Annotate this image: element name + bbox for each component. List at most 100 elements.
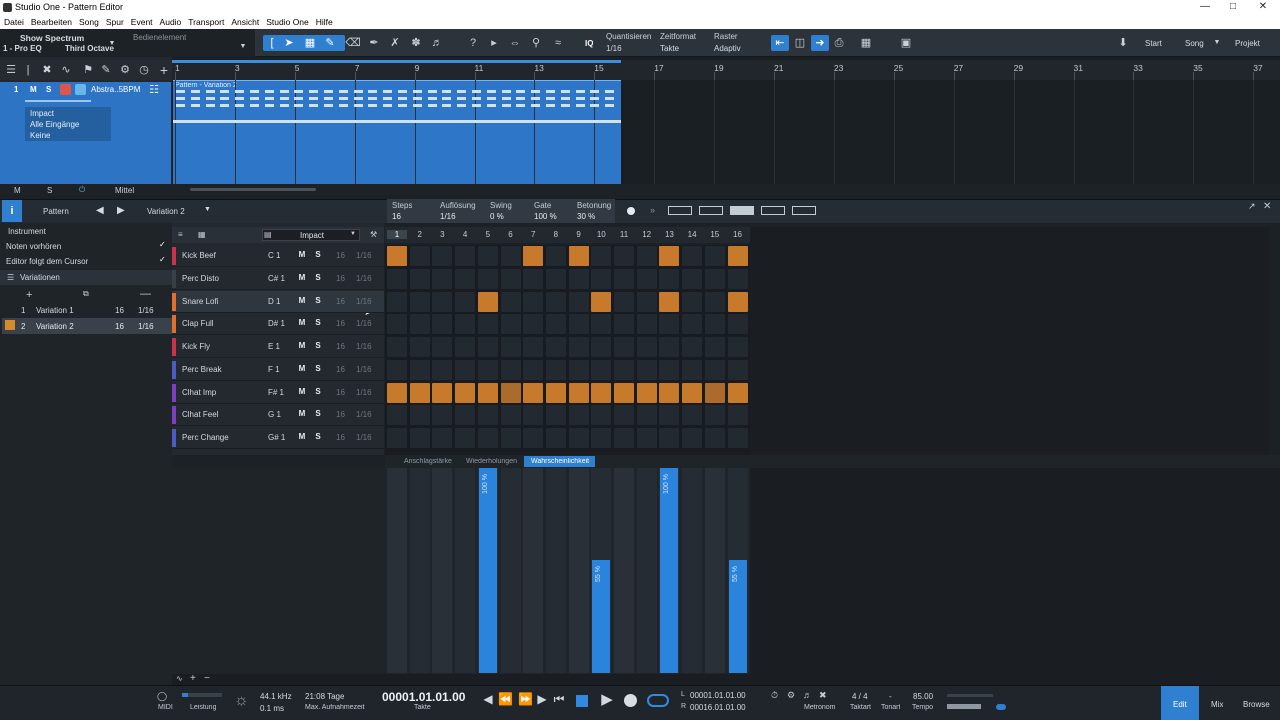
probability-bar[interactable]: 100 % bbox=[660, 468, 679, 673]
return-to-zero-icon[interactable]: ◀ bbox=[481, 692, 495, 706]
step-cell[interactable] bbox=[432, 405, 453, 426]
duplicate-variation-icon[interactable]: ⧉ bbox=[83, 289, 89, 299]
step-cell[interactable] bbox=[636, 268, 657, 289]
step-cell[interactable] bbox=[477, 337, 498, 357]
step-cell[interactable] bbox=[409, 428, 430, 448]
dropdown-arrow-icon[interactable]: ▼ bbox=[238, 42, 248, 52]
step-cell[interactable] bbox=[455, 268, 476, 289]
probability-column[interactable] bbox=[568, 468, 589, 673]
instrument-dropdown[interactable]: Impact bbox=[30, 109, 54, 118]
instrument-mute-button[interactable]: M bbox=[296, 318, 308, 327]
key[interactable]: - bbox=[889, 692, 892, 701]
tools-icon[interactable]: ✖ bbox=[39, 62, 55, 78]
step-cell[interactable] bbox=[432, 382, 453, 403]
menu-studio-one[interactable]: Studio One bbox=[262, 15, 312, 27]
step-cell[interactable] bbox=[591, 268, 612, 289]
step-cell[interactable] bbox=[591, 291, 612, 312]
raster-dropdown[interactable]: Adaptiv bbox=[714, 44, 741, 53]
remove-variation-icon[interactable]: — bbox=[140, 288, 151, 300]
instrument-row[interactable]: Snare Lofi D 1 M S 16 1/16 bbox=[172, 290, 384, 313]
probability-column[interactable] bbox=[455, 468, 476, 673]
step-cell[interactable] bbox=[409, 268, 430, 289]
instrument-row[interactable]: Clhat Imp F# 1 M S 16 1/16 bbox=[172, 382, 384, 404]
step-cell[interactable] bbox=[636, 337, 657, 357]
step-cell[interactable] bbox=[545, 359, 566, 380]
maximize-button[interactable]: □ bbox=[1218, 0, 1248, 15]
menu-song[interactable]: Song bbox=[75, 15, 102, 27]
track-height-dropdown[interactable]: Mittel bbox=[115, 186, 134, 195]
probability-bar[interactable]: 55 % bbox=[592, 560, 611, 673]
instrument-mute-button[interactable]: M bbox=[296, 296, 308, 305]
probability-column[interactable] bbox=[545, 468, 566, 673]
iq-button[interactable]: IQ bbox=[585, 39, 593, 48]
instrument-solo-button[interactable]: S bbox=[312, 296, 324, 305]
step-cell[interactable] bbox=[409, 337, 430, 357]
step-cell[interactable] bbox=[704, 382, 725, 403]
step-cell[interactable] bbox=[727, 291, 748, 312]
menu-audio[interactable]: Audio bbox=[156, 15, 185, 27]
step-cell[interactable] bbox=[636, 314, 657, 335]
step-cell[interactable] bbox=[614, 359, 634, 380]
step-cell[interactable] bbox=[636, 359, 657, 380]
step-cell[interactable] bbox=[704, 405, 725, 426]
step-cell[interactable] bbox=[682, 291, 703, 312]
step-cell[interactable] bbox=[682, 428, 703, 448]
step-cell[interactable] bbox=[500, 291, 521, 312]
track-solo-button[interactable]: S bbox=[46, 85, 51, 94]
fast-forward-icon[interactable]: ⏩ bbox=[518, 692, 533, 706]
probability-column[interactable] bbox=[614, 468, 634, 673]
step-cell[interactable] bbox=[523, 291, 544, 312]
record-arm-icon[interactable] bbox=[60, 84, 71, 95]
probability-column[interactable] bbox=[523, 468, 544, 673]
edit-tab[interactable]: Edit bbox=[1173, 700, 1187, 709]
follow-icon[interactable]: ➜ bbox=[811, 35, 829, 51]
step-cell[interactable] bbox=[500, 268, 521, 289]
step-cell[interactable] bbox=[500, 314, 521, 335]
step-cell[interactable] bbox=[545, 246, 566, 266]
step-cell[interactable] bbox=[409, 246, 430, 266]
menu-ansicht[interactable]: Ansicht bbox=[227, 15, 262, 27]
step-cell[interactable] bbox=[659, 382, 680, 403]
step-cell[interactable] bbox=[545, 337, 566, 357]
automation-curve-icon[interactable]: ∿ bbox=[176, 674, 183, 683]
step-cell[interactable] bbox=[477, 405, 498, 426]
step-cell[interactable] bbox=[568, 382, 589, 403]
step-cell[interactable] bbox=[387, 405, 407, 426]
bracket-tool-icon[interactable]: [ bbox=[264, 35, 280, 51]
instrument-mute-button[interactable]: M bbox=[296, 250, 308, 259]
step-cell[interactable] bbox=[727, 359, 748, 380]
step-cell[interactable] bbox=[659, 268, 680, 289]
step-cell[interactable] bbox=[704, 268, 725, 289]
step-cell[interactable] bbox=[500, 337, 521, 357]
menu-transport[interactable]: Transport bbox=[184, 15, 227, 27]
add-variation-icon[interactable]: + bbox=[26, 289, 32, 301]
step-cell[interactable] bbox=[636, 246, 657, 266]
tap-icon[interactable]: ✖ bbox=[819, 690, 827, 701]
step-cell[interactable] bbox=[591, 337, 612, 357]
help-icon[interactable]: ? bbox=[465, 35, 481, 51]
step-cell[interactable] bbox=[387, 246, 407, 266]
automation-icon[interactable]: ∿ bbox=[58, 62, 74, 78]
menu-hilfe[interactable]: Hilfe bbox=[312, 15, 336, 27]
mute-tool-icon[interactable]: ✗ bbox=[387, 35, 403, 51]
step-cell[interactable] bbox=[614, 291, 634, 312]
instrument-row[interactable]: Perc Break F 1 M S 16 1/16 bbox=[172, 359, 384, 381]
step-cell[interactable] bbox=[409, 382, 430, 403]
step-cell[interactable] bbox=[614, 268, 634, 289]
instrument-row[interactable]: Clhat Feel G 1 M S 16 1/16 bbox=[172, 404, 384, 427]
click-icon[interactable]: ♬ bbox=[803, 690, 812, 700]
step-cell[interactable] bbox=[432, 268, 453, 289]
step-cell[interactable] bbox=[659, 337, 680, 357]
output-dropdown[interactable]: Keine bbox=[30, 131, 50, 140]
step-cell[interactable] bbox=[659, 359, 680, 380]
nudge-left-icon[interactable]: ▸ bbox=[486, 35, 502, 51]
instrument-row[interactable]: Kick Beef C 1 M S 16 1/16 bbox=[172, 245, 384, 267]
step-cell[interactable] bbox=[523, 314, 544, 335]
midi-editor-icon[interactable]: ▣ bbox=[898, 35, 914, 51]
split-icon[interactable]: ⇔ bbox=[507, 35, 523, 51]
follow-cursor-checkbox[interactable]: ✓ bbox=[159, 255, 166, 264]
time-signature[interactable]: 4 / 4 bbox=[852, 692, 868, 701]
instrument-row[interactable]: Perc Change G# 1 M S 16 1/16 bbox=[172, 427, 384, 449]
step-cell[interactable] bbox=[682, 268, 703, 289]
settings-icon[interactable]: ⚙ bbox=[117, 62, 133, 78]
